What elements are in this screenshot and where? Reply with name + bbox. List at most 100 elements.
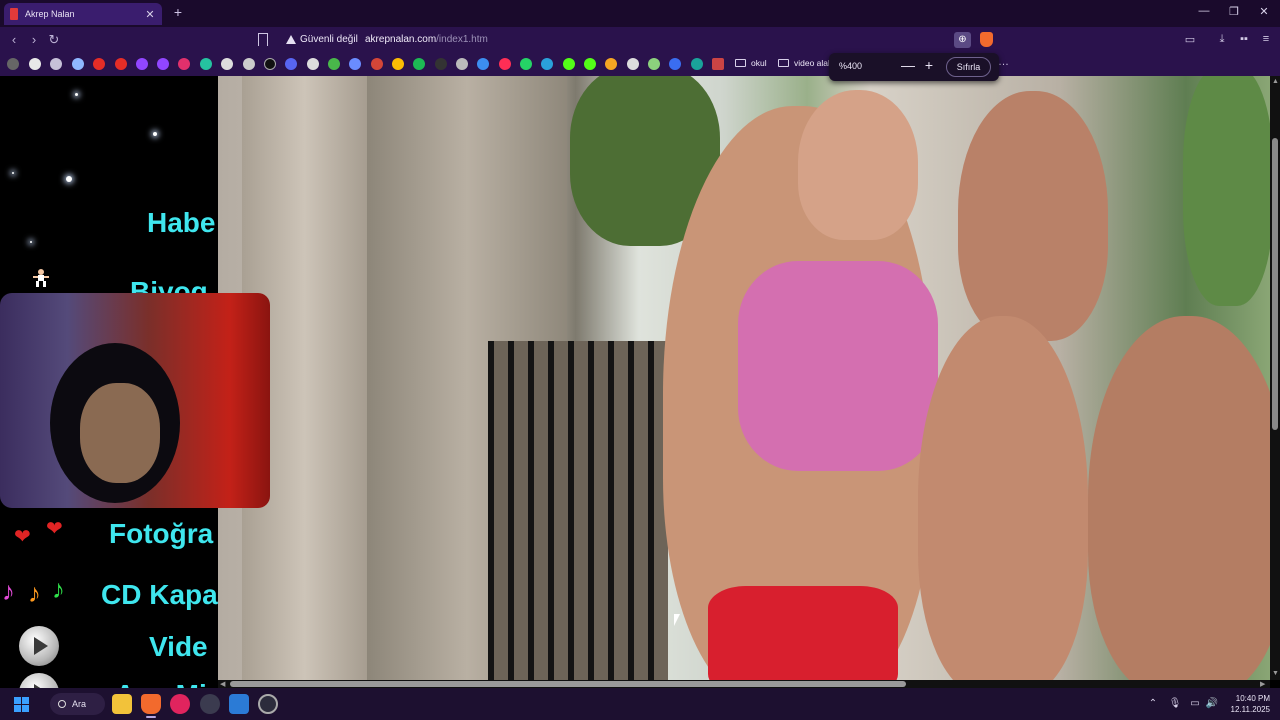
obs-icon[interactable] (258, 694, 278, 714)
bookmark-icon[interactable] (258, 33, 268, 46)
clock-time: 10:40 PM (1235, 694, 1270, 703)
youtube-bookmark-icon-2[interactable] (115, 58, 127, 70)
bookmark-icon-21[interactable] (435, 58, 447, 70)
zoom-popup: %400 — + Sıfırla (829, 53, 999, 81)
bookmark-icon-30[interactable] (627, 58, 639, 70)
folder-icon (778, 59, 789, 67)
folder-label: video alak (794, 58, 833, 68)
microphone-icon[interactable]: 🎙 (1168, 698, 1182, 709)
history-bookmark-icon[interactable] (7, 58, 19, 70)
close-window-button[interactable]: ✕ (1254, 5, 1274, 18)
zoom-indicator-icon[interactable]: ⊕ (954, 32, 971, 48)
scroll-down-arrow-icon[interactable]: ▼ (1272, 670, 1279, 677)
app-icon-5[interactable] (200, 694, 220, 714)
whatsapp-bookmark-icon[interactable] (520, 58, 532, 70)
nav-link-fotograflar[interactable]: Fotoğra (109, 518, 213, 550)
google-bookmark-icon[interactable] (29, 58, 41, 70)
horizontal-scrollbar[interactable]: ◀ ▶ (218, 680, 1270, 688)
bookmark-icon-17[interactable] (349, 58, 361, 70)
discord-bookmark-icon[interactable] (285, 58, 297, 70)
instagram-bookmark-icon[interactable] (178, 58, 190, 70)
bookmark-icon-12[interactable] (243, 58, 255, 70)
scroll-up-arrow-icon[interactable]: ▲ (1272, 78, 1279, 85)
bookmark-icon-16[interactable] (328, 58, 340, 70)
bookmark-icon-31[interactable] (648, 58, 660, 70)
file-explorer-icon[interactable] (112, 694, 132, 714)
bookmark-icon-24[interactable] (499, 58, 511, 70)
bookmark-icon-32[interactable] (669, 58, 681, 70)
scroll-right-arrow-icon[interactable]: ▶ (1260, 680, 1265, 688)
kick-bookmark-icon[interactable] (563, 58, 575, 70)
twitch-bookmark-icon-2[interactable] (157, 58, 169, 70)
zoom-reset-button[interactable]: Sıfırla (946, 57, 991, 77)
bookmark-icon-33[interactable] (691, 58, 703, 70)
download-icon[interactable]: ⤓ (1214, 33, 1230, 46)
bookmarks-more-button[interactable]: … (998, 56, 1009, 68)
gmail-bookmark-icon[interactable] (371, 58, 383, 70)
bookmark-icon-29[interactable] (605, 58, 617, 70)
taskbar: Ara ⌃ 🎙 ▭ 🔊 10:40 PM 12.11.2025 (0, 688, 1280, 720)
nav-link-cd-kapaklari[interactable]: CD Kapa (101, 579, 218, 611)
wallet-icon[interactable]: ▪▪ (1236, 33, 1252, 45)
play-button-icon[interactable] (19, 673, 59, 688)
kick-bookmark-icon-2[interactable] (584, 58, 596, 70)
brave-taskbar-icon[interactable] (141, 694, 161, 714)
warning-icon (286, 35, 296, 44)
windows-start-icon[interactable] (14, 697, 29, 712)
sparkle (12, 172, 14, 174)
horizontal-scroll-thumb[interactable] (230, 681, 906, 687)
bookmark-icon-4[interactable] (72, 58, 84, 70)
bookmark-icon-15[interactable] (307, 58, 319, 70)
minimize-button[interactable]: — (1194, 5, 1214, 17)
bookmark-icon-23[interactable] (477, 58, 489, 70)
x-bookmark-icon[interactable] (221, 58, 233, 70)
taskbar-search[interactable]: Ara (50, 693, 105, 715)
vertical-scroll-thumb[interactable] (1272, 138, 1278, 430)
play-button-icon[interactable] (19, 626, 59, 666)
active-app-indicator (146, 716, 156, 718)
display-icon[interactable]: ▭ (1188, 698, 1202, 709)
taskbar-clock[interactable]: 10:40 PM 12.11.2025 (1226, 693, 1270, 715)
tab-close-icon[interactable]: ✕ (144, 8, 156, 21)
reload-button[interactable]: ↻ (46, 32, 62, 48)
media-player-icon[interactable] (170, 694, 190, 714)
new-tab-button[interactable]: + (170, 4, 186, 20)
forward-button[interactable]: › (26, 32, 42, 48)
iron-gate (488, 341, 668, 680)
bookmark-icon-22[interactable] (456, 58, 468, 70)
zoom-out-button[interactable]: — (901, 57, 915, 73)
security-indicator[interactable]: Güvenli değil (286, 34, 358, 45)
folder-icon (735, 59, 746, 67)
telegram-bookmark-icon[interactable] (541, 58, 553, 70)
back-button[interactable]: ‹ (6, 32, 22, 48)
brave-shields-icon[interactable] (980, 32, 993, 47)
youtube-bookmark-icon[interactable] (93, 58, 105, 70)
url-field[interactable]: akrepnalan.com/index1.htm (365, 34, 488, 45)
nav-link-videolar[interactable]: Vide (149, 631, 208, 663)
music-note-icon: ♪ (28, 578, 41, 608)
search-label: Ara (72, 699, 87, 709)
twitch-bookmark-icon[interactable] (136, 58, 148, 70)
nav-link-haberler[interactable]: Habe (147, 207, 215, 239)
tray-chevron-icon[interactable]: ⌃ (1146, 698, 1160, 709)
spotify-bookmark-icon[interactable] (413, 58, 425, 70)
nav-link-ana-menu[interactable]: Ana Mi (115, 679, 207, 688)
maximize-button[interactable]: ❐ (1224, 5, 1244, 18)
drive-bookmark-icon[interactable] (392, 58, 404, 70)
address-bar-row: ‹ › ↻ Güvenli değil akrepnalan.com/index… (0, 27, 1280, 54)
bookmark-folder-okul[interactable]: okul (735, 58, 767, 68)
bookmark-icon-3[interactable] (50, 58, 62, 70)
photos-icon[interactable] (229, 694, 249, 714)
browser-window: Akrep Nalan ✕ + — ❐ ✕ ‹ › ↻ Güvenli deği… (0, 0, 1280, 688)
tiktok-bookmark-icon[interactable] (264, 58, 276, 70)
bookmark-icon-10[interactable] (200, 58, 212, 70)
bookmark-icon-34[interactable] (712, 58, 724, 70)
scroll-left-arrow-icon[interactable]: ◀ (220, 680, 225, 688)
zoom-in-button[interactable]: + (922, 57, 936, 73)
sidebar-icon[interactable]: ▭ (1182, 33, 1198, 46)
bookmark-folder-video[interactable]: video alak (778, 58, 832, 68)
menu-icon[interactable]: ≡ (1258, 33, 1274, 45)
tab-akrep-nalan[interactable]: Akrep Nalan ✕ (4, 3, 162, 25)
vertical-scrollbar[interactable]: ▲ ▼ (1270, 76, 1280, 680)
volume-icon[interactable]: 🔊 (1205, 698, 1219, 709)
